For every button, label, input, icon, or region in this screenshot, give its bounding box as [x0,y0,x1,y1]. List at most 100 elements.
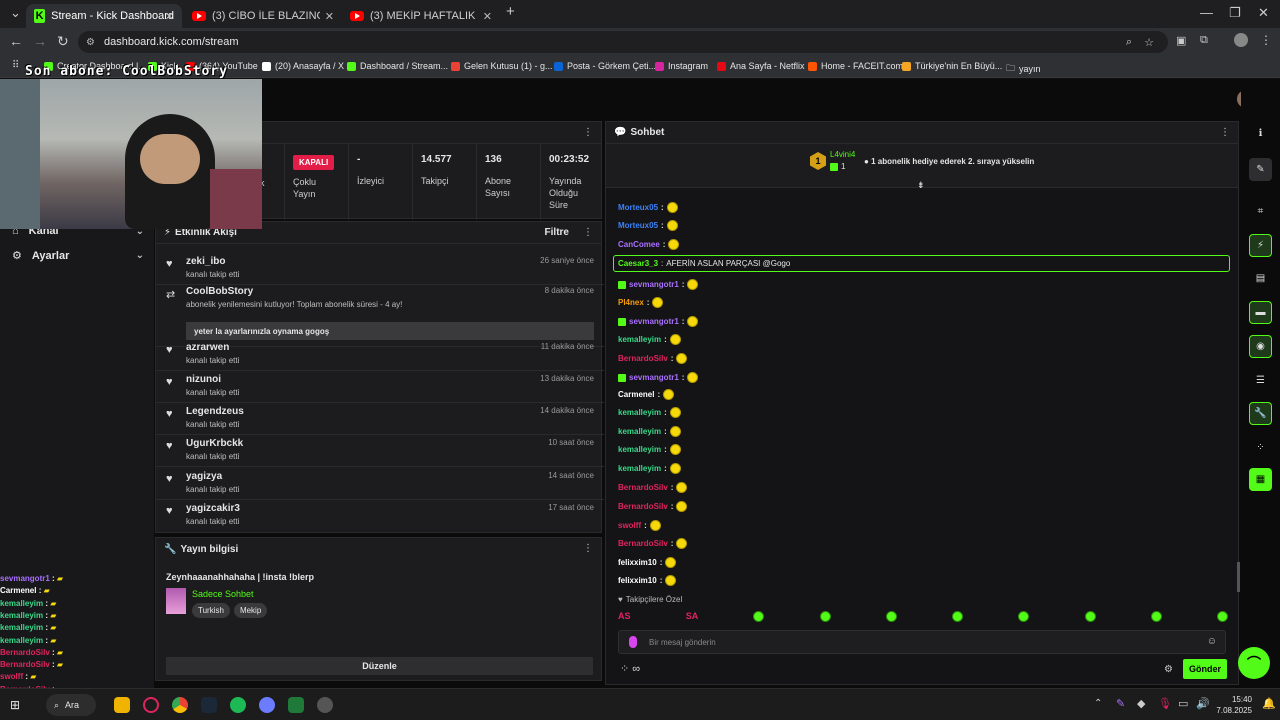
chat-input[interactable]: Bir mesaj gönderin ☺ [618,630,1226,654]
minimize-icon[interactable]: — [1200,5,1213,20]
chat-message[interactable]: sevmangotr1: [618,316,699,327]
spotify-icon[interactable] [230,697,246,713]
chat-username[interactable]: Carmenel [618,390,654,399]
chat-username[interactable]: swolff [618,521,641,530]
app-icon[interactable] [317,697,333,713]
tab-kick-dashboard[interactable]: K Stream - Kick Dashboard ✕ [26,4,182,28]
more-icon[interactable]: ⋮ [583,227,593,238]
window-close-icon[interactable]: ✕ [1258,5,1269,21]
filter-button[interactable]: Filtre [545,227,569,238]
close-icon[interactable]: ✕ [325,10,334,23]
emote[interactable] [665,557,677,568]
site-info-icon[interactable]: ⚙ [86,37,95,48]
windows-start-icon[interactable]: ⊞ [10,698,20,712]
apps-icon[interactable]: ⠿ [12,60,19,71]
tab-youtube-1[interactable]: (3) CİBO İLE BLAZING SAILS VE ✕ [184,4,342,28]
bookmark-star-icon[interactable]: ☆ [1144,36,1154,49]
layers-icon[interactable]: ☰ [1249,369,1272,392]
obs-icon[interactable] [259,697,275,713]
emote[interactable] [676,353,688,364]
chat-message[interactable]: sevmangotr1: [618,372,699,383]
emote-sa[interactable]: SA [686,611,699,623]
chat-icon[interactable]: ▬ [1249,301,1272,324]
clock[interactable]: 15:40 7.08.2025 [1216,694,1252,716]
chat-username[interactable]: BernardoSilv [618,539,668,548]
chat-username[interactable]: BernardoSilv [618,483,668,492]
emote[interactable] [676,482,688,493]
category-link[interactable]: Sadece Sohbet [192,589,254,599]
support-icon[interactable]: ⌒ [1238,647,1270,679]
volume-icon[interactable]: 🔊 [1196,697,1210,710]
chat-username[interactable]: kemalleyim [618,408,661,417]
bookmark-outlook[interactable]: Posta - Görkem Çeti... [554,61,656,71]
broadcast-icon[interactable]: ◉ [1249,335,1272,358]
mic-icon[interactable] [629,636,637,648]
chat-message[interactable]: Morteux05: [618,220,678,231]
chrome-icon[interactable] [172,697,188,713]
chat-message[interactable]: BernardoSilv: [618,353,688,364]
close-icon[interactable]: ✕ [165,10,174,23]
chat-username[interactable]: BernardoSilv [618,502,668,511]
chat-message[interactable]: felixxim10: [618,557,677,568]
emote[interactable] [687,372,699,383]
puzzle-icon[interactable]: ⧉ [1200,34,1208,47]
emote[interactable] [676,501,688,512]
tray-steam-icon[interactable]: ◆ [1137,697,1145,710]
tab-youtube-2[interactable]: (3) MEKİP HAFTALIK KOMİK AN ✕ [342,4,500,28]
chat-username[interactable]: sevmangotr1 [629,280,679,289]
chat-username[interactable]: BernardoSilv [618,354,668,363]
app-icon[interactable] [288,697,304,713]
emote[interactable] [669,444,681,455]
points-icon[interactable]: ⁘ ∞ [620,662,640,675]
chat-username[interactable]: sevmangotr1 [629,317,679,326]
notification-icon[interactable]: 🔔 [1262,697,1276,710]
info-icon[interactable]: ℹ [1249,122,1272,145]
steam-icon[interactable] [201,697,217,713]
chat-settings-icon[interactable]: ⚙ [1164,664,1173,675]
bookmark-folder-yayin[interactable]: 🗀 yayın [1006,61,1041,77]
opera-icon[interactable] [143,697,159,713]
emote[interactable] [666,202,678,213]
chat-username[interactable]: kemalleyim [618,427,661,436]
document-icon[interactable]: ▤ [1249,267,1272,290]
chat-username[interactable]: Pl4nex [618,298,644,307]
bookmark-instagram[interactable]: Instagram [655,61,708,71]
reload-icon[interactable]: ↻ [57,33,69,50]
emote[interactable] [952,611,964,622]
chat-message[interactable]: BernardoSilv: [618,538,688,549]
emote[interactable] [1018,611,1030,622]
maximize-icon[interactable]: ❐ [1229,5,1241,21]
highlighted-message[interactable]: Caesar3_3: AFERİN ASLAN PARÇASI @Gogo [613,255,1230,272]
crop-icon[interactable]: ⌗ [1249,200,1272,223]
network-icon[interactable]: ▭ [1178,697,1188,710]
chat-message[interactable]: Morteux05: [618,202,678,213]
bookmark-dashboard-stream[interactable]: Dashboard / Stream... [347,61,448,71]
chat-scrollbar[interactable] [1237,562,1240,592]
new-tab-icon[interactable]: + [506,3,515,20]
grid-icon[interactable]: ▦ [1249,468,1272,491]
more-icon[interactable]: ⋮ [583,543,593,554]
chat-username[interactable]: Morteux05 [618,221,658,230]
chat-username[interactable]: kemalleyim [618,445,661,454]
tray-icon[interactable]: ✎ [1116,697,1125,710]
chat-username[interactable]: CanComee [618,240,660,249]
emote[interactable] [819,611,831,622]
taskbar-search[interactable]: ⌕ Ara [46,694,96,716]
chat-message[interactable]: kemalleyim: [618,444,681,455]
emote[interactable] [652,297,664,308]
send-button[interactable]: Gönder [1183,659,1227,679]
mic-icon[interactable]: 🎙 [1158,697,1172,710]
chat-message[interactable]: sevmangotr1: [618,279,699,290]
emote[interactable] [1084,611,1096,622]
bookmark-faceit[interactable]: Home - FACEIT.com [808,61,903,71]
tag-chip[interactable]: Mekip [233,603,268,618]
scroll-down-icon[interactable]: ⇟ [917,180,925,191]
chat-message[interactable]: BernardoSilv: [618,501,688,512]
emote[interactable] [885,611,897,622]
pencil-icon[interactable]: ✎ [1249,158,1272,181]
more-icon[interactable]: ⋮ [1220,127,1230,138]
close-icon[interactable]: ✕ [483,10,492,23]
tab-search-icon[interactable]: ⌄ [10,5,21,21]
chat-username[interactable]: Morteux05 [618,203,658,212]
emote-as[interactable]: AS [618,611,631,623]
